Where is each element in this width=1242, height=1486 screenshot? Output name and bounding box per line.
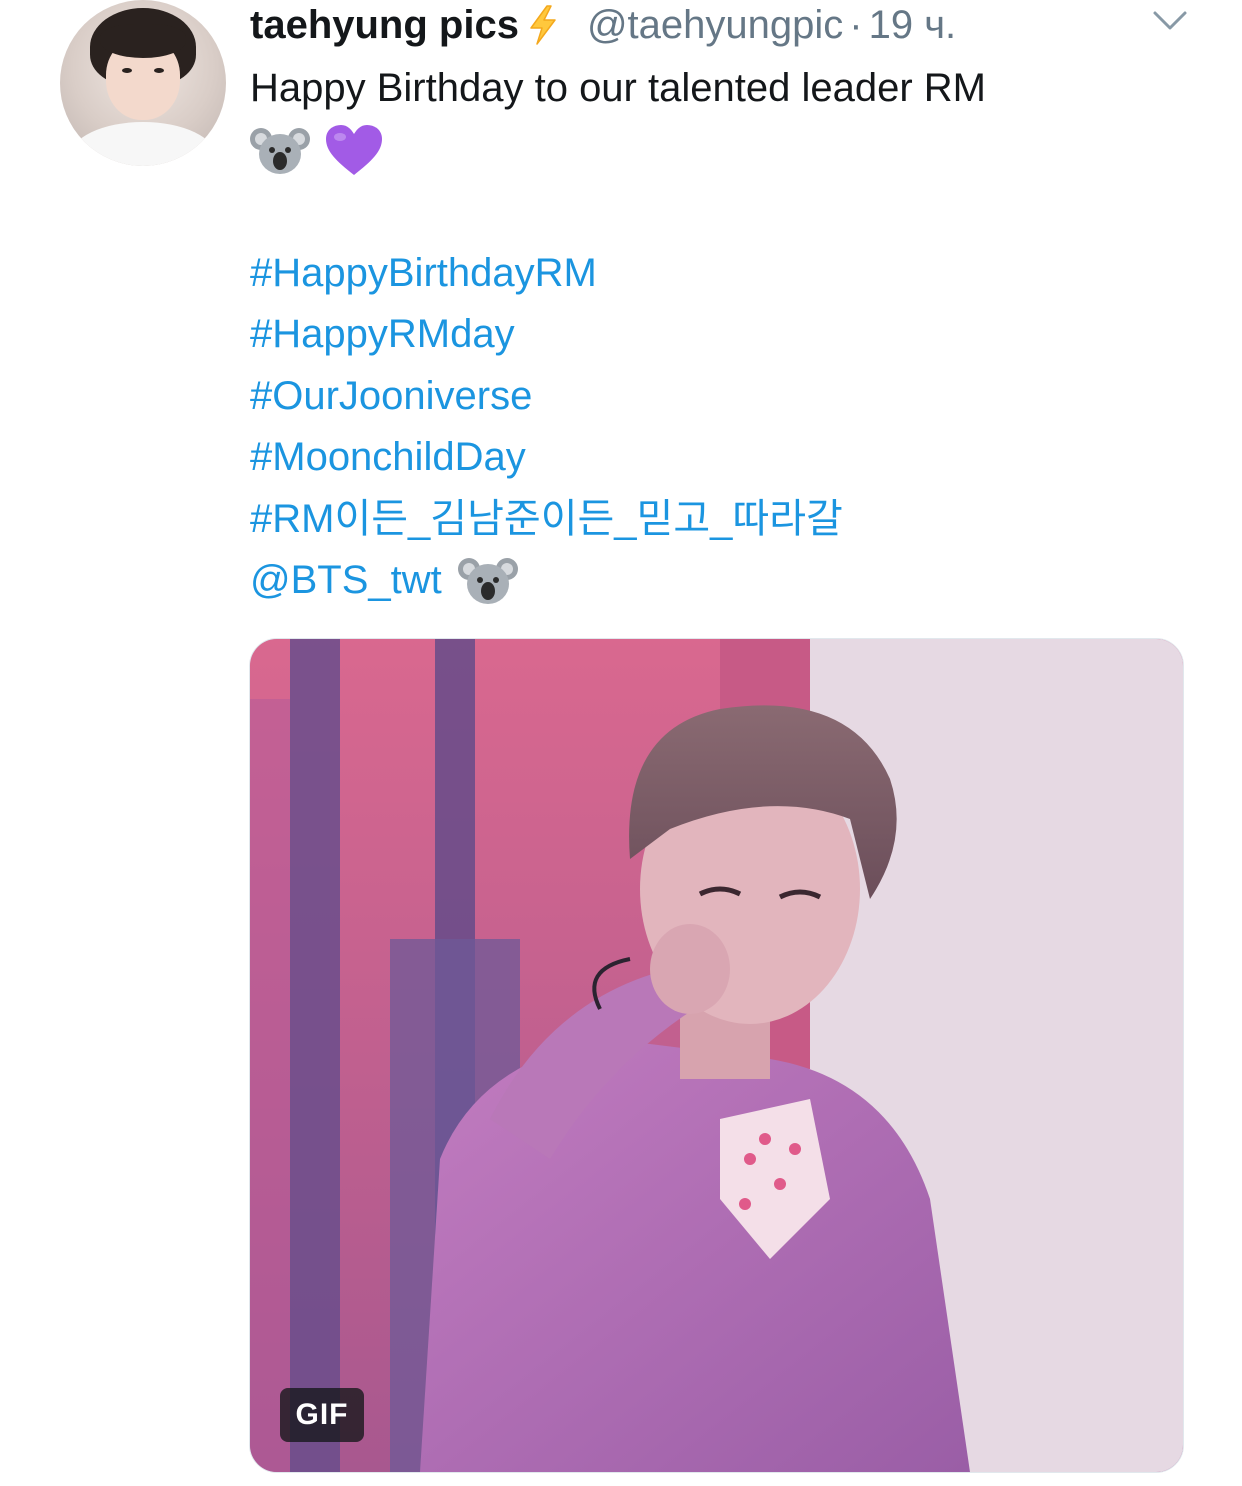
gif-media[interactable]: GIF — [249, 638, 1184, 1473]
tweet[interactable]: taehyung pics @taehyungpic · 19 ч. Happy… — [0, 0, 1242, 1486]
avatar-shirt — [70, 122, 216, 166]
mention-link[interactable]: @BTS_twt — [250, 550, 442, 611]
hashtag-link[interactable]: #HappyBirthdayRM — [250, 243, 843, 304]
hashtag-list: #HappyBirthdayRM #HappyRMday #OurJoonive… — [250, 243, 843, 611]
gif-badge: GIF — [280, 1388, 364, 1442]
hashtag-link[interactable]: #OurJooniverse — [250, 366, 843, 427]
gif-image — [250, 639, 1183, 1472]
timestamp[interactable]: 19 ч. — [869, 3, 957, 48]
tweet-text-line: Happy Birthday to our talented leader RM — [250, 66, 986, 110]
separator-dot: · — [849, 2, 863, 47]
avatar[interactable] — [60, 0, 226, 166]
display-name[interactable]: taehyung pics — [250, 3, 519, 48]
hashtag-link[interactable]: #HappyRMday — [250, 304, 843, 365]
avatar-eye — [122, 68, 132, 73]
purple-heart-icon — [326, 125, 382, 175]
tweet-text: Happy Birthday to our talented leader RM — [250, 58, 1190, 181]
mention-row: @BTS_twt — [250, 550, 843, 611]
chevron-down-icon[interactable] — [1152, 8, 1188, 34]
avatar-eye — [154, 68, 164, 73]
avatar-bangs — [100, 24, 186, 58]
user-handle[interactable]: @taehyungpic — [587, 3, 843, 48]
koala-icon — [457, 557, 518, 604]
hashtag-link[interactable]: #MoonchildDay — [250, 427, 843, 488]
hashtag-link[interactable]: #RM이든_김남준이든_믿고_따라갈 — [250, 489, 843, 550]
lightning-bolt-icon — [530, 5, 556, 45]
emoji-row — [250, 121, 1190, 181]
koala-icon — [250, 128, 310, 174]
tweet-header: taehyung pics @taehyungpic · 19 ч. — [250, 0, 956, 50]
